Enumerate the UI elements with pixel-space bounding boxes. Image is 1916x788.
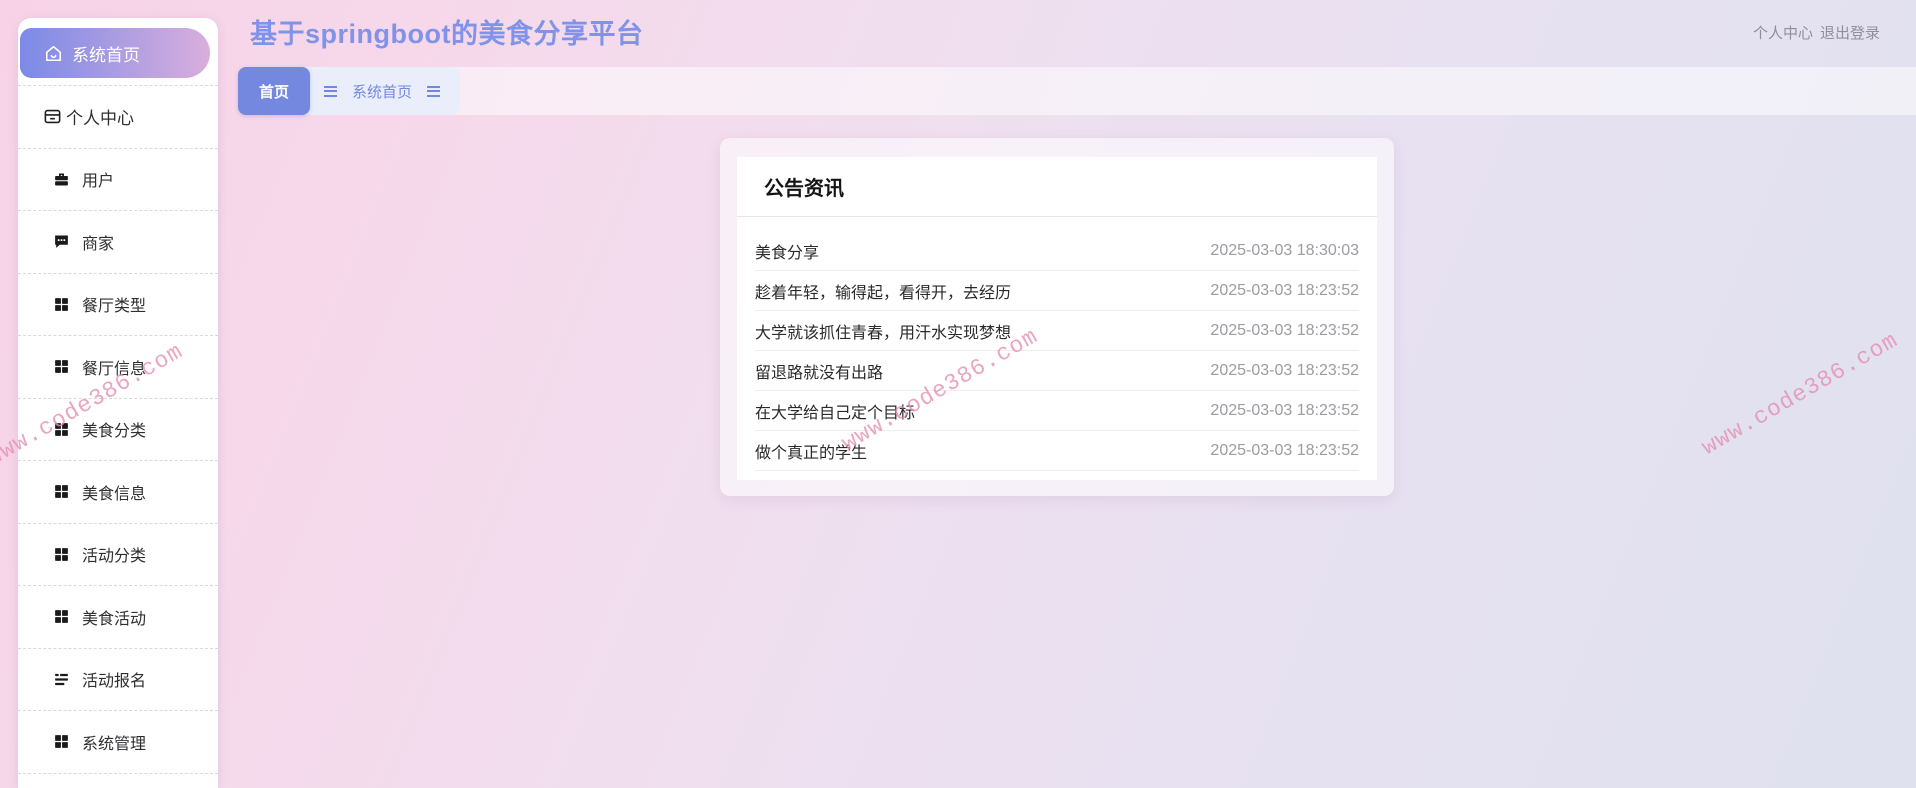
unfold-icon[interactable] <box>427 85 441 97</box>
grid-icon <box>53 296 70 313</box>
grid-icon <box>53 546 70 563</box>
tabs-band: 系统首页 首页 <box>238 67 1916 115</box>
sidebar-item-merchants[interactable]: 商家 <box>18 210 218 273</box>
sidebar-item-food-category[interactable]: 美食分类 <box>18 397 218 460</box>
announcement-row-title: 在大学给自己定个目标 <box>755 404 916 422</box>
announcement-row-date: 2025-03-03 18:30:03 <box>1210 241 1359 259</box>
grid-icon <box>53 608 70 625</box>
sidebar: 系统首页 个人中心 用户 商家 餐厅类型 餐厅信息 美食分类 美食信息 活动分类… <box>18 18 218 788</box>
fold-icon[interactable] <box>324 85 337 97</box>
announcement-list: 美食分享 2025-03-03 18:30:03 趁着年轻，输得起，看得开，去经… <box>737 217 1377 471</box>
briefcase-icon <box>53 171 70 188</box>
sidebar-item-activity-category[interactable]: 活动分类 <box>18 522 218 585</box>
announcement-row[interactable]: 在大学给自己定个目标 2025-03-03 18:23:52 <box>755 391 1359 431</box>
sidebar-item-restaurant-type[interactable]: 餐厅类型 <box>18 272 218 335</box>
watermark: www.code386.com <box>1697 327 1903 461</box>
announcement-panel: 公告资讯 美食分享 2025-03-03 18:30:03 趁着年轻，输得起，看… <box>720 138 1394 496</box>
sidebar-item-label: 用户 <box>82 173 115 191</box>
list-icon <box>53 671 70 688</box>
grid-icon <box>53 733 70 750</box>
grid-icon <box>53 358 70 375</box>
announcement-row-title: 美食分享 <box>755 244 820 262</box>
announcement-title: 公告资讯 <box>737 157 1377 217</box>
logout-link[interactable]: 退出登录 <box>1820 22 1880 43</box>
sidebar-item-activity-signup[interactable]: 活动报名 <box>18 647 218 710</box>
sidebar-item-label: 个人中心 <box>66 109 134 129</box>
announcement-row[interactable]: 留退路就没有出路 2025-03-03 18:23:52 <box>755 351 1359 391</box>
announcement-row-date: 2025-03-03 18:23:52 <box>1210 321 1359 339</box>
sidebar-item-label: 活动报名 <box>82 673 147 691</box>
comment-icon <box>53 233 70 250</box>
announcement-row[interactable]: 趁着年轻，输得起，看得开，去经历 2025-03-03 18:23:52 <box>755 271 1359 311</box>
tab-home-label: 首页 <box>258 83 289 101</box>
sidebar-item-label: 商家 <box>82 235 115 253</box>
announcement-card: 公告资讯 美食分享 2025-03-03 18:30:03 趁着年轻，输得起，看… <box>737 157 1377 480</box>
announcement-row[interactable]: 大学就该抓住青春，用汗水实现梦想 2025-03-03 18:23:52 <box>755 311 1359 351</box>
announcement-row[interactable]: 做个真正的学生 2025-03-03 18:23:52 <box>755 431 1359 471</box>
sidebar-item-system-home[interactable]: 系统首页 <box>20 28 210 78</box>
announcement-row-title: 留退路就没有出路 <box>755 364 884 382</box>
card-icon <box>43 107 62 126</box>
home-icon <box>45 45 62 61</box>
announcement-row-date: 2025-03-03 18:23:52 <box>1210 441 1359 459</box>
announcement-row-date: 2025-03-03 18:23:52 <box>1210 281 1359 299</box>
sidebar-item-food-activity[interactable]: 美食活动 <box>18 585 218 648</box>
sidebar-item-label: 系统管理 <box>82 735 147 753</box>
sidebar-item-label: 美食分类 <box>82 423 147 441</box>
announcement-row-title: 趁着年轻，输得起，看得开，去经历 <box>755 284 1012 302</box>
sidebar-item-label: 活动分类 <box>82 548 147 566</box>
announcement-row-date: 2025-03-03 18:23:52 <box>1210 401 1359 419</box>
sidebar-home-label: 系统首页 <box>72 45 140 65</box>
sidebar-item-label: 餐厅类型 <box>82 298 147 316</box>
top-links: 个人中心 退出登录 <box>1753 22 1880 43</box>
sidebar-item-profile[interactable]: 个人中心 <box>18 85 218 148</box>
breadcrumb[interactable]: 系统首页 <box>352 81 412 102</box>
announcement-row[interactable]: 美食分享 2025-03-03 18:30:03 <box>755 231 1359 271</box>
tab-home[interactable]: 首页 <box>238 67 310 115</box>
sidebar-item-system-management[interactable]: 系统管理 <box>18 710 218 773</box>
sidebar-item-label: 美食信息 <box>82 485 147 503</box>
grid-icon <box>53 483 70 500</box>
sidebar-menu: 个人中心 用户 商家 餐厅类型 餐厅信息 美食分类 美食信息 活动分类 美食活动… <box>18 85 218 774</box>
announcement-row-title: 大学就该抓住青春，用汗水实现梦想 <box>755 324 1012 342</box>
sidebar-item-label: 美食活动 <box>82 610 147 628</box>
sidebar-item-food-info[interactable]: 美食信息 <box>18 460 218 523</box>
announcement-row-title: 做个真正的学生 <box>755 444 868 462</box>
sidebar-item-restaurant-info[interactable]: 餐厅信息 <box>18 335 218 398</box>
announcement-row-date: 2025-03-03 18:23:52 <box>1210 361 1359 379</box>
page-background: 基于springboot的美食分享平台 个人中心 退出登录 系统首页 个人中心 … <box>0 0 1916 788</box>
grid-icon <box>53 421 70 438</box>
page-title: 基于springboot的美食分享平台 <box>250 19 644 49</box>
sidebar-item-label: 餐厅信息 <box>82 360 147 378</box>
sidebar-item-users[interactable]: 用户 <box>18 147 218 210</box>
profile-link[interactable]: 个人中心 <box>1753 22 1813 43</box>
